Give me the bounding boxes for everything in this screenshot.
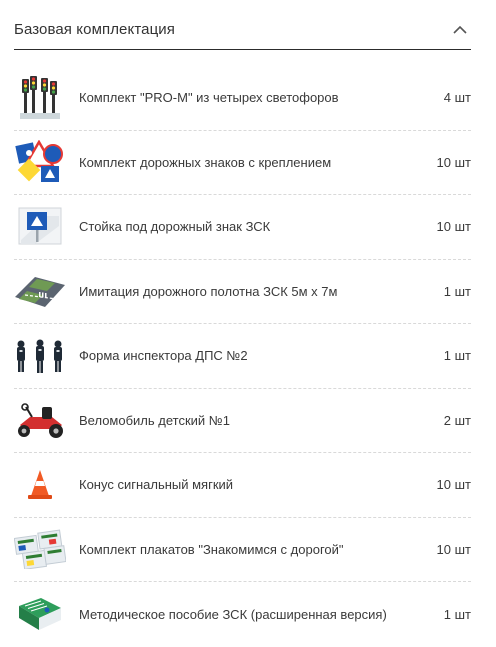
base-kit-panel: Базовая комплектация Комплект "PRO-M" из… [14,0,471,647]
list-item: Комплект дорожных знаков с креплением 10… [14,131,471,195]
item-name: Конус сигнальный мягкий [79,477,234,493]
list-item: Имитация дорожного полотна ЗСК 5м х 7м 1… [14,260,471,324]
item-qty: 10 шт [436,219,471,235]
list-item: Комплект "PRO-M" из четырех светофоров 4… [14,66,471,131]
item-name: Комплект "PRO-M" из четырех светофоров [79,90,339,106]
item-qty: 2 шт [443,412,471,428]
section-title: Базовая комплектация [14,21,175,38]
list-item: Методическое пособие ЗСК (расширенная ве… [14,582,471,647]
list-item: Конус сигнальный мягкий 10 шт [14,453,471,518]
pedal-kart-icon [14,396,66,444]
item-qty: 10 шт [436,541,471,557]
traffic-cone-icon [14,461,66,509]
kit-items-list: Комплект "PRO-M" из четырех светофоров 4… [14,66,471,647]
accordion-header[interactable]: Базовая комплектация [14,0,471,50]
item-qty: 1 шт [443,606,471,622]
road-signs-set-icon [14,138,66,186]
item-name: Имитация дорожного полотна ЗСК 5м х 7м [79,283,338,299]
list-item: Комплект плакатов "Знакомимся с дорогой"… [14,518,471,582]
item-name: Веломобиль детский №1 [79,412,230,428]
item-name: Комплект плакатов "Знакомимся с дорогой" [79,541,344,557]
item-name: Форма инспектора ДПС №2 [79,348,248,364]
list-item: Стойка под дорожный знак ЗСК 10 шт [14,195,471,260]
manual-book-icon [14,590,66,638]
item-qty: 4 шт [443,90,471,106]
traffic-lights-set-icon [14,74,66,122]
item-qty: 1 шт [443,283,471,299]
posters-set-icon [14,525,66,573]
sign-stand-icon [14,203,66,251]
item-qty: 1 шт [443,348,471,364]
police-uniform-icon [14,332,66,380]
chevron-up-icon[interactable] [451,21,469,39]
item-name: Методическое пособие ЗСК (расширенная ве… [79,606,387,622]
list-item: Веломобиль детский №1 2 шт [14,389,471,453]
item-name: Комплект дорожных знаков с креплением [79,154,332,170]
road-mat-icon [14,267,66,315]
item-qty: 10 шт [436,477,471,493]
list-item: Форма инспектора ДПС №2 1 шт [14,324,471,389]
item-name: Стойка под дорожный знак ЗСК [79,219,271,235]
item-qty: 10 шт [436,154,471,170]
